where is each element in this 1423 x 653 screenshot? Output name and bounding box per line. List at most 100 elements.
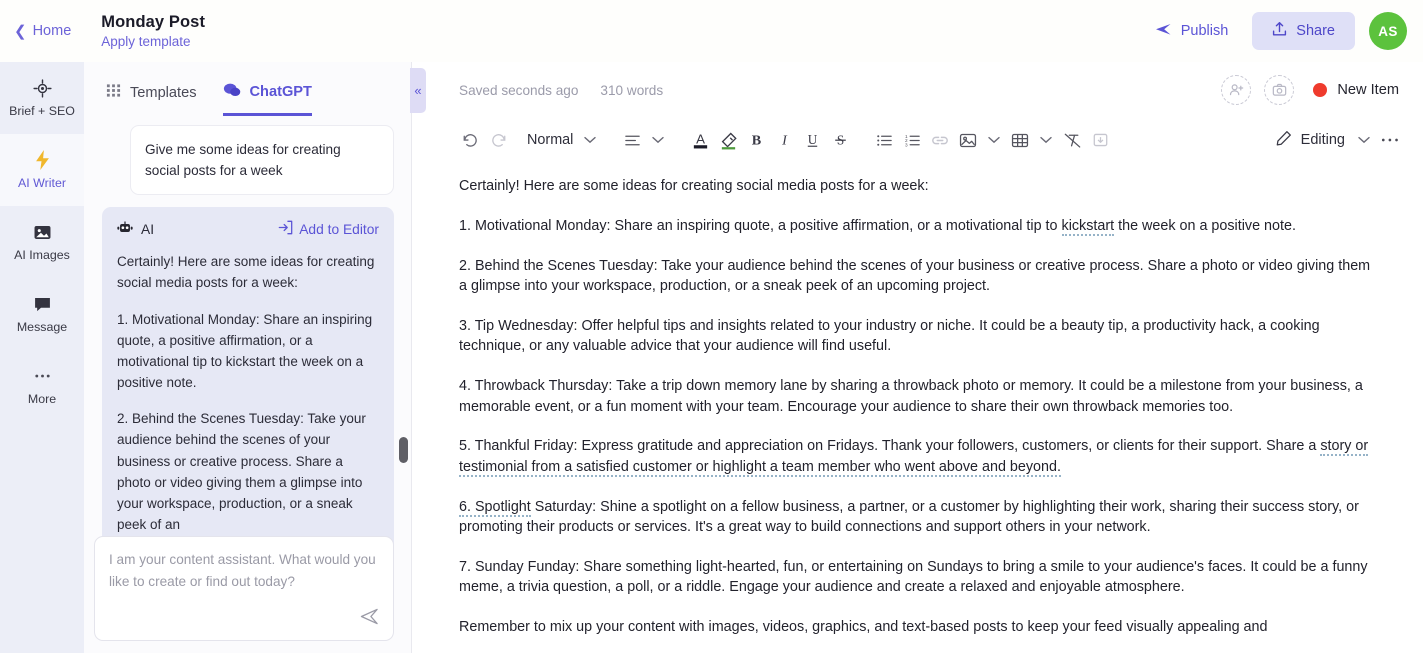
svg-text:B: B [752,133,762,149]
lightning-icon [34,150,51,171]
highlight-icon[interactable] [715,125,741,155]
editing-mode-group: Editing [1270,125,1403,155]
svg-text:3: 3 [905,142,908,148]
editing-chevron-down-icon[interactable] [1353,136,1375,144]
send-plane-icon [1155,22,1172,41]
editor-status-bar: Saved seconds ago 310 words New Item [412,62,1423,118]
left-nav-rail: Brief + SEO AI Writer AI Images Message [0,62,84,653]
publish-button[interactable]: Publish [1145,15,1239,48]
share-button[interactable]: Share [1252,12,1355,50]
tab-chatgpt[interactable]: ChatGPT [222,82,312,116]
add-to-editor-icon [278,220,293,238]
saved-status: Saved seconds ago [459,82,579,98]
ai-paragraph: 2. Behind the Scenes Tuesday: Take your … [117,411,366,533]
bold-icon[interactable]: B [743,125,769,155]
strikethrough-icon[interactable]: S [827,125,853,155]
align-chevron-down-icon[interactable] [647,136,669,144]
editor-toolbar: Normal A B I U 1 2 3 Editing [412,118,1423,162]
sidebar-item-ai-images[interactable]: AI Images [0,206,84,278]
editing-mode-button[interactable]: Editing [1270,126,1351,154]
target-icon [32,78,52,98]
ai-paragraph: 1. Motivational Monday: Share an inspiri… [117,311,373,391]
ai-paragraph: Certainly! Here are some ideas for creat… [117,254,375,291]
insert-table-icon[interactable] [1007,125,1033,155]
spellcheck-word[interactable]: kickstart [1061,217,1115,236]
sidebar-item-label: AI Writer [18,176,66,191]
pencil-icon [1276,130,1292,150]
document-paragraph: 1. Motivational Monday: Share an inspiri… [459,216,1378,236]
chat-message-list: Give me some ideas for creating social p… [84,116,412,586]
align-icon[interactable] [619,125,645,155]
table-chevron-down-icon[interactable] [1035,136,1057,144]
undo-icon[interactable] [457,125,483,155]
numbered-list-icon[interactable]: 1 2 3 [899,125,925,155]
add-to-editor-button[interactable]: Add to Editor [278,220,379,238]
add-collaborator-icon[interactable] [1221,75,1252,105]
add-media-icon[interactable] [1264,75,1295,105]
send-message-icon[interactable] [360,608,379,630]
spellcheck-phrase[interactable]: 6. Spotlight [459,498,531,517]
paragraph-post-text: the week on a positive note. [1114,217,1296,234]
document-body[interactable]: Certainly! Here are some ideas for creat… [412,162,1423,652]
publish-button-label: Publish [1180,23,1229,39]
chat-panel-tabs: Templates ChatGPT [84,62,411,116]
document-paragraph: 5. Thankful Friday: Express gratitude an… [459,436,1378,477]
image-chevron-down-icon[interactable] [983,136,1005,144]
new-item-button[interactable]: New Item [1313,82,1399,98]
word-count: 310 words [600,82,664,98]
underline-icon[interactable]: U [799,125,825,155]
tab-label: Templates [130,84,197,101]
sidebar-item-brief-seo[interactable]: Brief + SEO [0,62,84,134]
ai-sender-label: AI [141,221,155,237]
document-paragraph: 4. Throwback Thursday: Take a trip down … [459,378,1363,415]
sidebar-item-label: AI Images [14,248,70,263]
italic-icon[interactable]: I [771,125,797,155]
document-paragraph: 3. Tip Wednesday: Offer helpful tips and… [459,317,1320,355]
ai-message-bubble: AI Add to Editor Certainly! Here are som… [102,207,394,556]
svg-text:I: I [781,133,788,149]
document-paragraph: 2. Behind the Scenes Tuesday: Take your … [459,257,1371,295]
chevron-down-icon[interactable] [579,136,601,144]
bulleted-list-icon[interactable] [871,125,897,155]
redo-icon[interactable] [485,125,511,155]
avatar[interactable]: AS [1369,12,1407,50]
sidebar-item-message[interactable]: Message [0,278,84,350]
sidebar-item-more[interactable]: More [0,350,84,422]
grid-icon [106,83,121,102]
link-icon[interactable] [927,125,953,155]
insert-embed-icon[interactable] [1087,125,1113,155]
document-paragraph: 7. Sunday Funday: Share something light-… [459,558,1368,596]
chat-icon [223,82,241,102]
new-item-label: New Item [1337,82,1399,98]
header-actions: Publish Share AS [1145,12,1423,50]
document-paragraph: Remember to mix up your content with ima… [459,619,1268,636]
chat-scrollbar-thumb[interactable] [399,437,408,463]
sidebar-item-label: Message [16,320,68,335]
sidebar-item-label: Brief + SEO [9,104,75,119]
upload-icon [1272,21,1287,41]
page-title: Monday Post [101,13,206,31]
chat-panel: Templates ChatGPT Give me some ideas for… [84,62,412,653]
apply-template-link[interactable]: Apply template [101,34,205,49]
document-paragraph: 6. Spotlight Saturday: Shine a spotlight… [459,497,1378,538]
ellipsis-icon [33,366,52,386]
more-options-icon[interactable] [1377,125,1403,155]
ai-sender: AI [117,221,154,238]
ai-message-body: Certainly! Here are some ideas for creat… [117,251,379,535]
insert-image-icon[interactable] [955,125,981,155]
image-icon [33,222,52,242]
tab-templates[interactable]: Templates [106,83,197,116]
collapse-panel-button[interactable]: « [410,68,426,113]
editing-mode-label: Editing [1300,132,1345,148]
chat-composer[interactable]: I am your content assistant. What would … [94,536,394,641]
text-color-icon[interactable]: A [687,125,713,155]
paragraph-pre-text: 1. Motivational Monday: Share an inspiri… [459,217,1062,234]
home-back-link[interactable]: ❮ Home [14,23,71,39]
sidebar-item-ai-writer[interactable]: AI Writer [0,134,84,206]
paragraph-style-label[interactable]: Normal [527,132,573,148]
share-button-label: Share [1296,23,1335,39]
clear-formatting-icon[interactable] [1059,125,1085,155]
chevron-left-icon: ❮ [14,22,27,40]
sidebar-item-label: More [27,392,57,407]
add-to-editor-label: Add to Editor [299,221,379,237]
